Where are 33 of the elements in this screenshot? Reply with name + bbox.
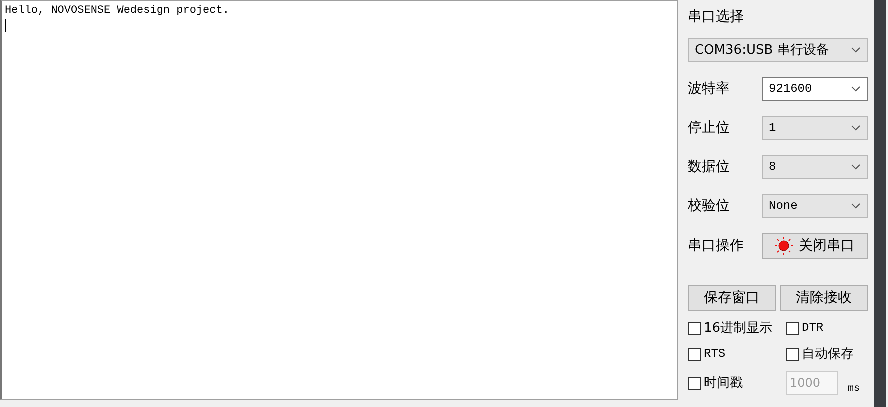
chevron-down-icon [851, 86, 861, 92]
port-select-label: 串口选择 [688, 8, 745, 27]
setting-label: 停止位 [688, 119, 730, 137]
option-label: 16进制显示 [704, 320, 773, 337]
setting-dropdown[interactable]: None [762, 194, 868, 218]
checkbox[interactable] [688, 348, 701, 360]
chevron-down-icon [851, 47, 861, 53]
receive-text-area[interactable]: Hello, NOVOSENSE Wedesign project. [0, 0, 678, 400]
setting-label: 校验位 [688, 197, 730, 215]
chevron-down-icon [851, 203, 861, 209]
checkbox[interactable] [786, 322, 799, 334]
chevron-down-icon [851, 164, 861, 170]
baud-rate-combobox[interactable]: 921600 [762, 77, 868, 101]
port-control-label: 串口操作 [688, 237, 744, 255]
setting-dropdown[interactable]: 8 [762, 155, 868, 179]
action-button[interactable]: 保存窗口 [688, 285, 776, 311]
setting-label: 数据位 [688, 158, 730, 176]
option-label: RTS [704, 347, 726, 361]
option-label: 时间戳 [704, 375, 743, 392]
close-port-button[interactable]: 关闭串口 [762, 233, 868, 259]
action-button[interactable]: 清除接收 [780, 285, 868, 311]
chevron-down-icon [851, 125, 861, 131]
checkbox[interactable] [688, 322, 701, 334]
port-dropdown[interactable]: COM36:USB 串行设备 [688, 38, 868, 62]
setting-dropdown[interactable]: 1 [762, 116, 868, 140]
unit-label: ms [848, 384, 860, 395]
setting-label: 波特率 [688, 80, 730, 98]
option-label: DTR [802, 321, 824, 335]
checkbox[interactable] [688, 376, 701, 390]
option-label: 自动保存 [802, 346, 854, 363]
text-caret [5, 19, 6, 32]
checkbox[interactable] [786, 348, 799, 360]
received-text: Hello, NOVOSENSE Wedesign project. [5, 4, 230, 18]
